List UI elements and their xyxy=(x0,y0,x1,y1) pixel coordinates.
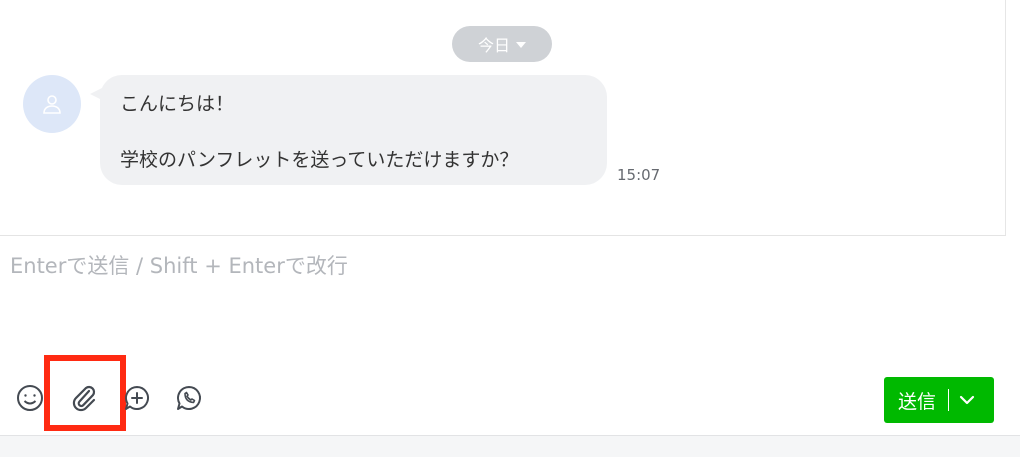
date-divider-dropdown[interactable]: 今日 xyxy=(452,26,552,62)
avatar[interactable] xyxy=(23,75,81,133)
add-comment-icon xyxy=(125,386,149,410)
emoji-button[interactable] xyxy=(12,380,48,416)
add-comment-button[interactable] xyxy=(119,380,155,416)
caret-down-icon xyxy=(516,42,526,48)
send-button[interactable]: 送信 xyxy=(884,377,994,423)
message-timestamp: 15:07 xyxy=(617,166,661,184)
message-line-2: 学校のパンフレットを送っていただけますか？ xyxy=(120,149,519,171)
send-button-separator xyxy=(948,389,950,411)
message-bubble: こんにちは！ 学校のパンフレットを送っていただけますか？ xyxy=(100,75,607,185)
chevron-down-icon[interactable] xyxy=(957,390,977,410)
date-divider-label: 今日 xyxy=(477,36,510,55)
message-input[interactable] xyxy=(10,250,990,350)
call-button[interactable] xyxy=(171,380,207,416)
call-icon xyxy=(177,386,201,410)
send-button-label: 送信 xyxy=(898,390,937,413)
message-line-1: こんにちは！ xyxy=(120,93,235,115)
chat-pane-border xyxy=(1005,0,1006,236)
user-icon xyxy=(43,95,61,114)
emoji-icon xyxy=(17,385,43,411)
attach-button-highlight xyxy=(44,355,126,431)
bottom-bar xyxy=(0,435,1020,457)
